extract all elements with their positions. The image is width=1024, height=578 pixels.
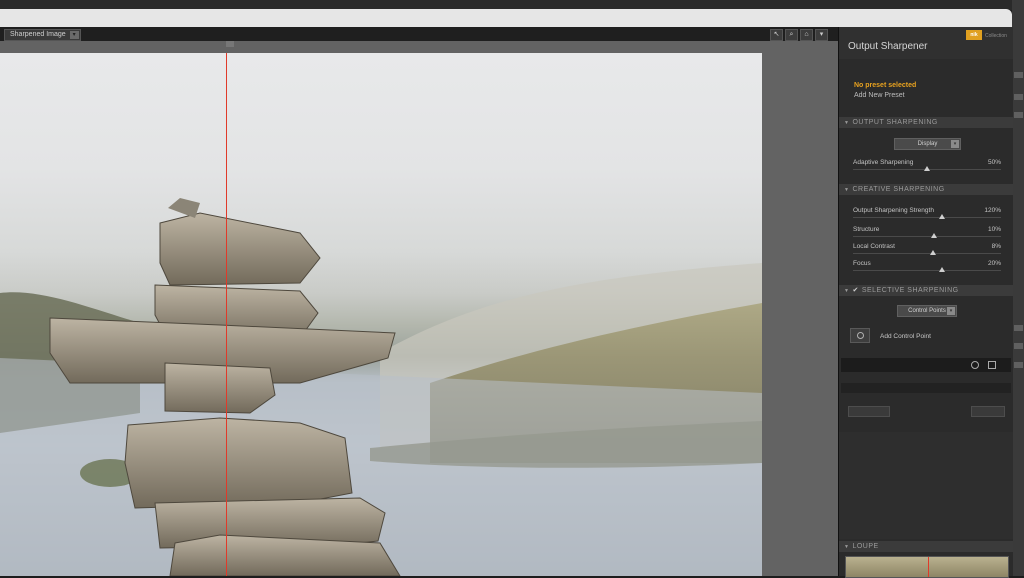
panel-header: nik Collection Output Sharpener [839, 27, 1013, 59]
collapse-icon: ▼ [844, 187, 850, 193]
slider-thumb[interactable] [939, 267, 945, 272]
title-strip [0, 9, 1012, 27]
slider-track[interactable] [853, 217, 1001, 218]
brand-collection-label: Collection [985, 33, 1007, 39]
pointer-icon[interactable]: ↖ [770, 29, 783, 41]
host-app-edge [1012, 0, 1024, 576]
chevron-down-icon: ▾ [951, 140, 959, 148]
section-title: LOUPE [852, 543, 879, 550]
panel-title: Output Sharpener [848, 41, 928, 52]
slider-thumb[interactable] [924, 166, 930, 171]
slider-label: Local Contrast [853, 243, 895, 250]
slider-label: Focus [853, 260, 871, 267]
control-point-bar [841, 383, 1011, 393]
section-title: OUTPUT SHARPENING [852, 119, 938, 126]
slider-value: 10% [987, 226, 1001, 233]
edge-fragment [1014, 362, 1023, 368]
local-contrast-slider[interactable]: Local Contrast 8% [853, 243, 1001, 261]
slider-value: 120% [984, 207, 1001, 214]
selective-mode-label: Control Points [908, 308, 946, 314]
slider-track[interactable] [853, 236, 1001, 237]
slider-value: 50% [987, 159, 1001, 166]
landscape-photo [0, 198, 762, 576]
slider-track[interactable] [853, 253, 1001, 254]
selective-sharpening-header[interactable]: ▼ ✔ SELECTIVE SHARPENING [839, 285, 1013, 296]
collapse-icon: ▼ [844, 288, 850, 294]
info-icon[interactable]: ▾ [815, 29, 828, 41]
section-title: SELECTIVE SHARPENING [861, 287, 959, 294]
slider-value: 20% [987, 260, 1001, 267]
structure-slider[interactable]: Structure 10% [853, 226, 1001, 244]
control-point-icon [857, 332, 864, 339]
duplicate-button[interactable] [848, 406, 890, 417]
slider-label: Structure [853, 226, 880, 233]
slider-thumb[interactable] [939, 214, 945, 219]
checkmark-icon[interactable]: ✔ [852, 287, 858, 294]
output-strength-slider[interactable]: Output Sharpening Strength 120% [853, 207, 1001, 225]
chevron-down-icon: ▾ [69, 31, 79, 39]
collapse-icon: ▼ [844, 120, 850, 126]
control-point-list [841, 358, 1011, 372]
image-viewer: Sharpened Image ▾ ↖ ⌕ ⌂ ▾ [0, 27, 838, 576]
loupe-header[interactable]: ▼ LOUPE [839, 541, 1013, 552]
output-mode-label: Display [917, 141, 938, 147]
output-sharpener-panel: nik Collection Output Sharpener No prese… [838, 27, 1013, 578]
collapse-icon: ▼ [844, 544, 850, 550]
panel-empty-area [839, 432, 1013, 539]
add-control-point-label[interactable]: Add Control Point [880, 333, 931, 340]
add-control-point-button[interactable] [850, 328, 870, 343]
section-title: CREATIVE SHARPENING [852, 186, 945, 193]
edge-fragment [1014, 112, 1023, 118]
show-points-icon[interactable] [971, 361, 979, 369]
adaptive-sharpening-slider[interactable]: Adaptive Sharpening 50% [853, 159, 1001, 177]
loupe-preview [845, 556, 1009, 578]
split-handle[interactable] [226, 41, 234, 47]
slider-thumb[interactable] [930, 250, 936, 255]
view-mode-select[interactable]: Sharpened Image ▾ [4, 29, 81, 41]
edge-fragment [1014, 343, 1023, 349]
chevron-down-icon: ▾ [947, 307, 955, 315]
slider-label: Output Sharpening Strength [853, 207, 934, 214]
selective-mode-select[interactable]: Control Points ▾ [897, 305, 957, 317]
slider-track[interactable] [853, 270, 1001, 271]
mask-icon[interactable] [988, 361, 996, 369]
preset-status: No preset selected [854, 82, 917, 89]
nik-logo: nik [966, 30, 982, 40]
add-preset-link[interactable]: Add New Preset [854, 92, 905, 99]
output-sharpening-header[interactable]: ▼ OUTPUT SHARPENING [839, 117, 1013, 128]
slider-label: Adaptive Sharpening [853, 159, 914, 166]
focus-slider[interactable]: Focus 20% [853, 260, 1001, 278]
output-mode-select[interactable]: Display ▾ [894, 138, 961, 150]
creative-sharpening-header[interactable]: ▼ CREATIVE SHARPENING [839, 184, 1013, 195]
viewer-toolbar: Sharpened Image ▾ ↖ ⌕ ⌂ ▾ [0, 27, 838, 41]
split-preview-line[interactable] [226, 53, 227, 576]
edge-fragment [1014, 325, 1023, 331]
edge-fragment [1014, 94, 1023, 100]
delete-button[interactable] [971, 406, 1005, 417]
zoom-icon[interactable]: ⌕ [785, 29, 798, 41]
top-chrome [0, 0, 1024, 27]
view-mode-label: Sharpened Image [10, 31, 66, 38]
edge-fragment [1014, 72, 1023, 78]
loupe-split-line [928, 557, 929, 577]
slider-thumb[interactable] [931, 233, 937, 238]
slider-value: 8% [991, 243, 1001, 250]
hand-icon[interactable]: ⌂ [800, 29, 813, 41]
preview-image [0, 53, 762, 576]
